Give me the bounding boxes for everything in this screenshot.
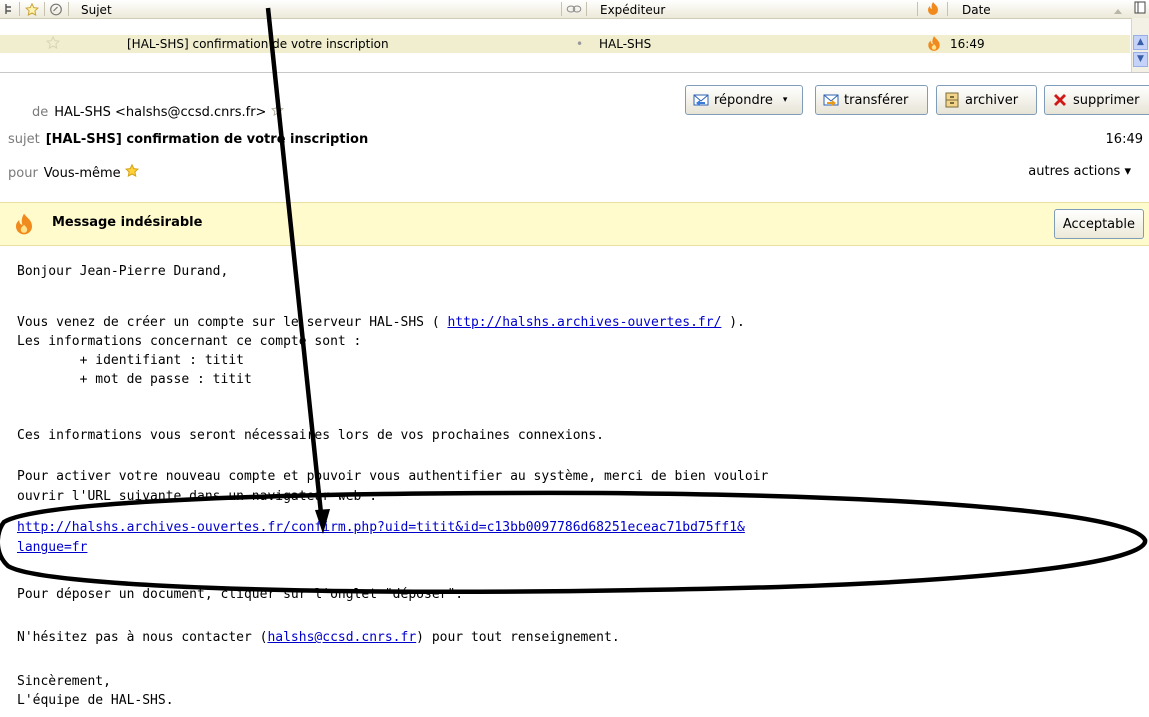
delete-icon — [1051, 91, 1069, 109]
identifier-line: + identifiant : titit — [17, 353, 244, 368]
contact-star-icon[interactable] — [121, 163, 139, 181]
delete-button[interactable]: supprimer — [1044, 85, 1149, 115]
attachment-column-icon[interactable] — [49, 3, 63, 19]
closing: Sincèrement, — [17, 674, 111, 689]
junk-column-icon[interactable] — [926, 1, 940, 19]
column-header: Sujet Expéditeur Date — [0, 0, 1149, 19]
message-row[interactable]: [HAL-SHS] confirmation de votre inscript… — [0, 35, 1130, 53]
archive-button[interactable]: archiver — [936, 85, 1037, 115]
junk-title: Message indésirable — [52, 215, 203, 230]
subject-column[interactable]: Sujet — [81, 3, 112, 17]
row-sender: HAL-SHS — [599, 37, 652, 51]
password-line: + mot de passe : titit — [17, 372, 252, 387]
header-time: 16:49 — [1105, 132, 1143, 147]
greeting: Bonjour Jean-Pierre Durand, — [17, 264, 229, 279]
delete-label: supprimer — [1073, 92, 1140, 108]
contact-email-link[interactable]: halshs@ccsd.cnrs.fr — [267, 630, 416, 645]
row-subject: [HAL-SHS] confirmation de votre inscript… — [127, 37, 389, 51]
reply-icon — [692, 91, 710, 109]
message-body: Bonjour Jean-Pierre Durand, Vous venez d… — [17, 262, 1137, 708]
forward-button[interactable]: transférer — [815, 85, 928, 115]
archive-label: archiver — [965, 92, 1019, 108]
more-actions-button[interactable]: autres actions ▾ — [1028, 164, 1131, 179]
reply-label: répondre — [714, 92, 773, 108]
body-line: Pour activer votre nouveau compte et pou… — [17, 469, 769, 484]
list-scrollbar[interactable]: ▲ ▼ — [1131, 18, 1149, 72]
not-junk-button[interactable]: Acceptable — [1053, 209, 1144, 239]
body-line: Les informations concernant ce compte so… — [17, 334, 362, 349]
scroll-up-icon[interactable]: ▲ — [1133, 35, 1148, 50]
archive-icon — [943, 91, 961, 109]
to-line: pour Vous-même — [8, 163, 139, 181]
add-contact-star-icon[interactable] — [270, 103, 284, 120]
forward-label: transférer — [844, 92, 909, 108]
reply-button[interactable]: répondre ▾ — [685, 85, 803, 115]
star-icon[interactable] — [45, 35, 61, 52]
server-link[interactable]: http://halshs.archives-ouvertes.fr/ — [447, 315, 721, 330]
sender-column[interactable]: Expéditeur — [600, 3, 665, 17]
from-value[interactable]: HAL-SHS <halshs@ccsd.cnrs.fr> — [54, 105, 266, 120]
reply-dropdown-icon[interactable]: ▾ — [783, 95, 788, 105]
to-value[interactable]: Vous-même — [44, 166, 121, 181]
message-list: Sujet Expéditeur Date [HAL-SHS] confirma… — [0, 0, 1149, 73]
junk-flame-icon — [12, 212, 36, 239]
star-column-icon[interactable] — [24, 2, 40, 19]
body-line: Vous venez de créer un compte sur le ser… — [17, 315, 745, 330]
body-line: ouvrir l'URL suivante dans un navigateur… — [17, 489, 378, 504]
scroll-down-icon[interactable]: ▼ — [1133, 52, 1148, 67]
thread-column-icon[interactable] — [4, 3, 16, 18]
junk-notification-bar: Message indésirable Acceptable — [0, 202, 1149, 246]
date-column[interactable]: Date — [962, 3, 991, 17]
body-line: Ces informations vous seront nécessaires… — [17, 428, 604, 443]
read-dot-icon[interactable]: • — [576, 37, 583, 51]
forward-icon — [822, 91, 840, 109]
read-column-icon[interactable] — [566, 3, 582, 17]
row-time: 16:49 — [950, 37, 985, 51]
junk-flame-icon[interactable] — [926, 35, 942, 55]
confirmation-link[interactable]: http://halshs.archives-ouvertes.fr/confi… — [17, 518, 745, 537]
from-label: de — [32, 105, 49, 120]
to-label: pour — [8, 166, 38, 181]
confirmation-link-cont[interactable]: langue=fr — [17, 538, 87, 557]
column-picker-icon[interactable] — [1134, 1, 1146, 17]
subject-value: [HAL-SHS] confirmation de votre inscript… — [45, 132, 369, 147]
contact-line: N'hésitez pas à nous contacter (halshs@c… — [17, 630, 620, 645]
signature: L'équipe de HAL-SHS. — [17, 693, 174, 708]
subject-line: sujet [HAL-SHS] confirmation de votre ins… — [8, 132, 368, 147]
subject-label: sujet — [8, 132, 40, 147]
sort-ascending-icon[interactable] — [1113, 4, 1123, 18]
body-line: Pour déposer un document, cliquer sur l'… — [17, 587, 464, 602]
from-line: de HAL-SHS <halshs@ccsd.cnrs.fr> — [32, 103, 284, 120]
